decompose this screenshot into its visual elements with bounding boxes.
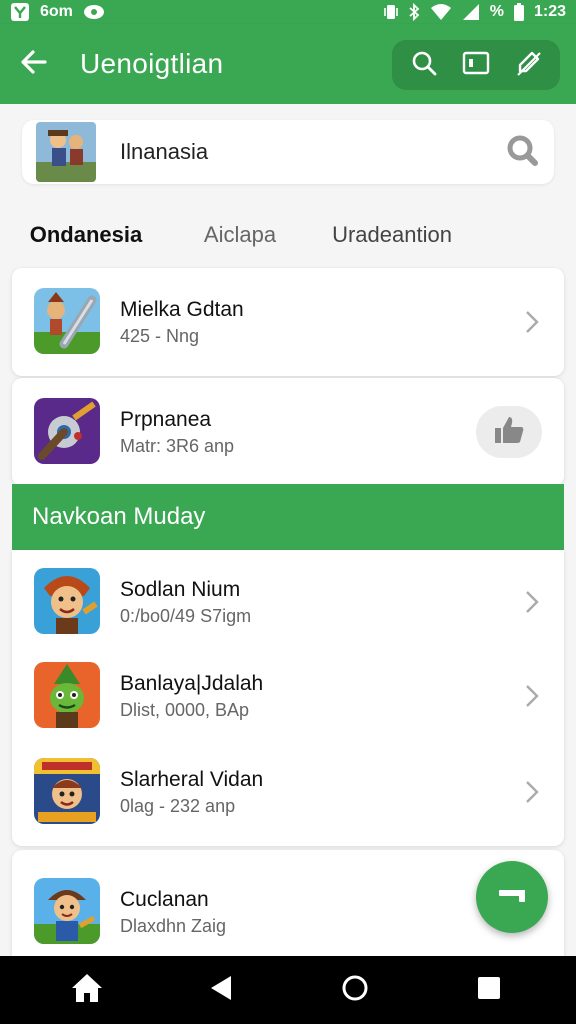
app-notification-icon [10,2,30,22]
search-icon [410,49,438,82]
status-left-text: 6om [40,3,73,20]
search-query: Ilnanasia [120,139,209,164]
bluetooth-icon [408,3,420,21]
edit-icon [514,49,542,82]
home-icon [70,972,104,1009]
signal-icon [462,3,480,21]
floating-action-button[interactable] [476,861,548,933]
item-subtitle: 0lag - 232 anp [120,796,236,816]
main-content: Ilnanasia Ondanesia Aiclapa Uradeantion [0,104,576,956]
tablet-icon [462,50,490,81]
list-item[interactable]: Mielka Gdtan 425 - Nng [12,268,564,376]
game-icon [34,568,100,634]
tab-uradeantion[interactable]: Uradeantion [308,204,476,266]
item-subtitle: 425 - Nng [120,326,200,346]
game-icon [34,288,100,354]
home-button[interactable] [57,960,117,1020]
list-item[interactable]: Banlaya|Jdalah Dlist, 0000, BAp [12,648,564,744]
home-circle-button[interactable] [325,960,385,1020]
edit-button[interactable] [506,43,550,87]
item-title: Banlaya|Jdalah [120,672,264,695]
chevron-right-icon [520,682,544,710]
game-list: Sodlan Nium 0:/bo0/49 S7igm Banlaya|Jdal… [12,550,564,846]
game-icon [34,398,100,464]
system-nav-bar [0,956,576,1024]
item-title: Mielka Gdtan [120,298,244,321]
list-item[interactable]: Sodlan Nium 0:/bo0/49 S7igm [12,554,564,650]
item-title: Slarheral Vidan [120,768,264,791]
minus-icon [497,886,527,909]
game-thumbnail [36,122,96,182]
media-icon [83,4,105,20]
status-time: 1:23 [533,3,566,20]
search-button[interactable] [402,43,446,87]
battery-icon [513,3,524,21]
like-button[interactable] [476,406,542,458]
item-subtitle: Dlist, 0000, BAp [120,700,250,720]
list-item[interactable]: Prpnanea Matr: 3R6 anp [12,378,564,486]
app-bar: Uenoigtlian [0,24,576,104]
recents-square-icon [476,975,502,1006]
item-title: Sodlan Nium [120,578,241,601]
status-bar: 6om % 1:23 [0,0,576,24]
back-button[interactable] [0,24,68,104]
battery-text: % [489,3,504,20]
tablet-button[interactable] [454,43,498,87]
arrow-left-icon [19,47,49,82]
thumbs-up-icon [492,415,526,450]
tab-aiclapa[interactable]: Aiclapa [188,204,292,266]
chevron-right-icon [520,778,544,806]
item-subtitle: Matr: 3R6 anp [120,436,235,456]
back-nav-button[interactable] [191,960,251,1020]
search-icon [505,133,539,172]
wifi-icon [430,3,452,21]
section-header: Navkoan Muday [12,484,564,550]
recents-button[interactable] [459,960,519,1020]
tab-ondanesia[interactable]: Ondanesia [14,204,158,266]
app-title: Uenoigtlian [80,48,224,79]
search-submit-button[interactable] [504,134,540,170]
chevron-right-icon [520,588,544,616]
chevron-right-icon [520,308,544,336]
search-bar[interactable]: Ilnanasia [22,120,554,184]
tab-bar: Ondanesia Aiclapa Uradeantion [0,204,576,366]
game-icon [34,662,100,728]
item-title: Cuclanan [120,888,209,911]
item-title: Prpnanea [120,408,212,431]
game-icon [34,878,100,944]
back-triangle-icon [209,974,233,1007]
item-subtitle: 0:/bo0/49 S7igm [120,606,252,626]
list-item[interactable]: Slarheral Vidan 0lag - 232 anp [12,744,564,840]
item-subtitle: Dlaxdhn Zaig [120,916,227,936]
game-icon [34,758,100,824]
vibrate-icon [383,3,398,21]
home-circle-icon [341,974,369,1007]
app-bar-actions [392,40,560,90]
